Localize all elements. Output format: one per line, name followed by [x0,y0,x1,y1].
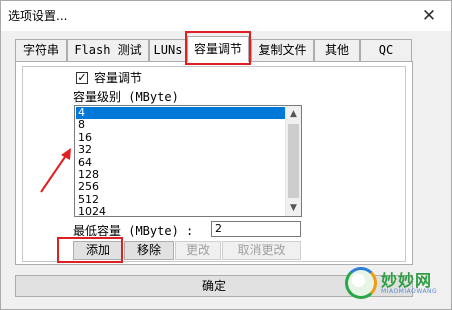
enable-capacity-checkbox[interactable]: ✓ [76,70,88,84]
cancel-modify-button[interactable]: 取消更改 [222,241,301,260]
window-title: 选项设置... [8,9,68,23]
enable-capacity-row[interactable]: ✓ 容量调节 [76,69,142,86]
remove-button[interactable]: 移除 [124,241,174,260]
tab-strings[interactable]: 字符串 [15,39,67,61]
chevron-down-icon[interactable]: ▼ [286,200,301,216]
list-item[interactable]: 4 [76,106,285,120]
enable-capacity-label: 容量调节 [94,71,143,85]
capacity-level-list[interactable]: 4 8 16 32 64 128 256 512 1024 ▲ ▼ [74,105,302,217]
min-capacity-input[interactable]: 2 [211,221,301,237]
capacity-level-label: 容量级别 (MByte) [73,90,179,104]
list-item[interactable]: 1024 [76,205,285,216]
chevron-up-icon[interactable]: ▲ [286,106,301,122]
checkmark-icon: ✓ [77,70,87,84]
tab-other[interactable]: 其他 [314,39,360,61]
watermark: 妙妙网 MIAOMIAOWANG [345,267,449,303]
tab-luns[interactable]: LUNs [149,39,187,61]
watermark-sub: MIAOMIAOWANG [381,288,438,295]
list-item[interactable]: 16 [76,131,285,144]
tab-flash-test[interactable]: Flash 测试 [67,39,149,61]
tab-capacity-adjust[interactable]: 容量调节 [187,36,249,62]
options-dialog: 选项设置... ✕ 字符串 Flash 测试 LUNs 容量调节 复制文件 其他… [0,0,452,310]
list-item[interactable]: 8 [76,118,285,131]
add-button[interactable]: 添加 [73,241,123,260]
list-item[interactable]: 64 [76,156,285,169]
watermark-logo-icon [345,267,377,299]
list-item[interactable]: 128 [76,168,285,181]
tab-qc[interactable]: QC [360,39,412,61]
list-scrollbar[interactable]: ▲ ▼ [285,106,301,216]
scroll-thumb[interactable] [288,124,299,198]
list-item[interactable]: 32 [76,143,285,156]
capacity-panel: ✓ 容量调节 容量级别 (MByte) 4 8 16 32 64 128 256… [15,61,413,265]
list-item[interactable]: 512 [76,193,285,206]
title-bar: 选项设置... ✕ [1,1,451,31]
close-icon[interactable]: ✕ [407,1,451,31]
min-capacity-label: 最低容量 (MByte) : [73,224,194,238]
tab-copy-files[interactable]: 复制文件 [251,39,314,61]
modify-button[interactable]: 更改 [175,241,221,260]
list-item[interactable]: 256 [76,180,285,193]
